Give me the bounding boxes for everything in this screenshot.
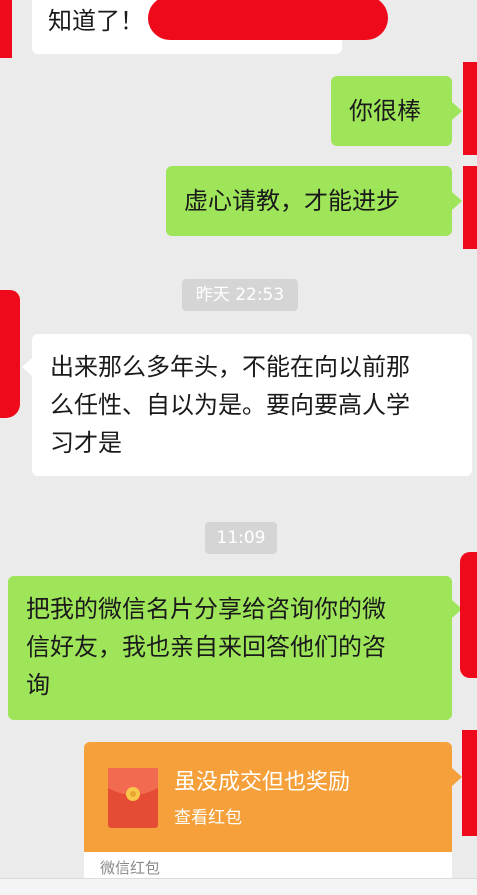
message-text: 虚心请教，才能进步 — [184, 187, 400, 215]
message-line: 把我的微信名片分享给咨询你的微 — [26, 595, 386, 623]
redacted-avatar-left-top — [0, 0, 12, 58]
redacted-avatar-right — [463, 62, 477, 155]
message-bubble-sent[interactable]: 把我的微信名片分享给咨询你的微 信好友，我也亲自来回答他们的咨 询 — [8, 576, 452, 720]
red-packet-title: 虽没成交但也奖励 — [174, 770, 351, 795]
timestamp-chip: 11:09 — [205, 522, 277, 554]
timestamp-chip: 昨天 22:53 — [182, 279, 298, 311]
redacted-avatar-right — [460, 552, 477, 678]
red-packet-subtitle: 查看红包 — [174, 808, 242, 828]
bubble-tail — [452, 768, 462, 786]
message-line: 习才是 — [50, 429, 122, 457]
red-packet-icon — [108, 768, 158, 828]
bubble-tail — [452, 102, 462, 120]
bubble-tail — [22, 358, 32, 376]
message-text: 你很棒 — [349, 97, 421, 125]
timestamp-text: 11:09 — [216, 528, 266, 548]
message-bubble-sent[interactable]: 你很棒 — [331, 76, 452, 146]
message-line: 出来那么多年头，不能在向以前那 — [50, 353, 410, 381]
message-line: 信好友，我也亲自来回答他们的咨 — [26, 633, 386, 661]
timestamp-text: 昨天 22:53 — [195, 285, 285, 305]
message-bubble-sent[interactable]: 虚心请教，才能进步 — [166, 166, 452, 236]
redacted-avatar-right — [463, 166, 477, 249]
redacted-avatar-right — [462, 730, 477, 836]
message-bubble-received[interactable]: 出来那么多年头，不能在向以前那 么任性、自以为是。要向要高人学 习才是 — [32, 334, 472, 476]
message-line: 么任性、自以为是。要向要高人学 — [50, 391, 410, 419]
red-packet-card[interactable]: 虽没成交但也奖励 查看红包 — [84, 742, 452, 852]
bubble-tail — [452, 192, 462, 210]
redacted-text — [148, 0, 388, 40]
input-bar[interactable] — [0, 878, 477, 895]
message-line: 询 — [26, 671, 50, 699]
message-text: 知道了！ — [48, 7, 144, 35]
redacted-avatar-left — [0, 290, 20, 418]
